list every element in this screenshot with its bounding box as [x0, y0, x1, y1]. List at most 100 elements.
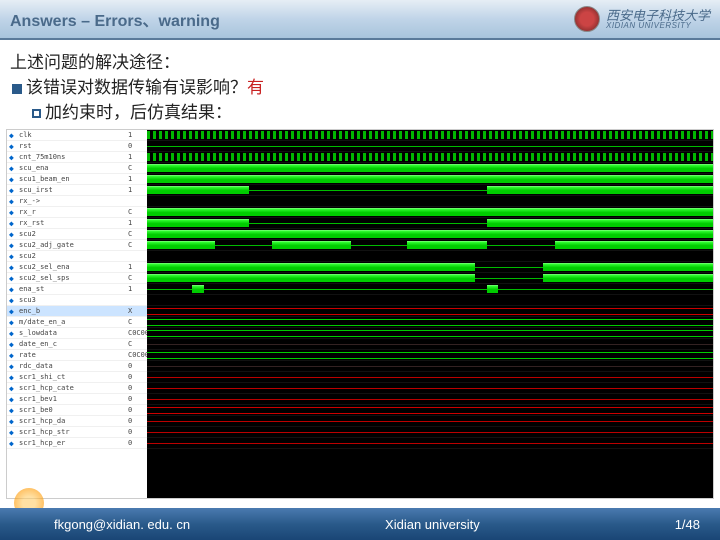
signal-value: C	[127, 163, 147, 174]
signal-name[interactable]: ◆scr1_hcp_str	[7, 427, 127, 438]
wave-row[interactable]	[147, 427, 713, 438]
wave-row[interactable]	[147, 295, 713, 306]
wave-row[interactable]	[147, 130, 713, 141]
wave-row[interactable]	[147, 306, 713, 317]
slide-footer: fkgong@xidian. edu. cn Xidian university…	[0, 508, 720, 540]
signal-value: 0	[127, 372, 147, 383]
signal-name[interactable]: ◆m/date_en_a	[7, 317, 127, 328]
signal-name[interactable]: ◆scu2_sel_sps	[7, 273, 127, 284]
signal-value: 0	[127, 405, 147, 416]
signal-name[interactable]: ◆scu1_beam_en	[7, 174, 127, 185]
signal-value: C0C00C0	[127, 350, 147, 361]
wave-row[interactable]	[147, 251, 713, 262]
hollow-bullet-icon	[32, 109, 41, 118]
university-logo: 西安电子科技大学 XIDIAN UNIVERSITY	[574, 6, 710, 32]
signal-value: 1	[127, 130, 147, 141]
signal-value: 0	[127, 383, 147, 394]
signal-value: 0	[127, 427, 147, 438]
signal-name[interactable]: ◆enc_b	[7, 306, 127, 317]
wave-row[interactable]	[147, 350, 713, 361]
signal-value	[127, 251, 147, 262]
wave-row[interactable]	[147, 273, 713, 284]
signal-value: 1	[127, 185, 147, 196]
signal-name[interactable]: ◆scu2	[7, 251, 127, 262]
signal-value: 0	[127, 141, 147, 152]
footer-center: Xidian university	[385, 517, 480, 532]
signal-name[interactable]: ◆scr1_hcp_er	[7, 438, 127, 449]
wave-row[interactable]	[147, 262, 713, 273]
wave-row[interactable]	[147, 240, 713, 251]
wave-row[interactable]	[147, 328, 713, 339]
univ-name-en: XIDIAN UNIVERSITY	[606, 22, 710, 30]
signal-name[interactable]: ◆scr1_be0	[7, 405, 127, 416]
wave-row[interactable]	[147, 405, 713, 416]
wave-row[interactable]	[147, 394, 713, 405]
signal-value: 1	[127, 152, 147, 163]
signal-name[interactable]: ◆rate	[7, 350, 127, 361]
wave-row[interactable]	[147, 152, 713, 163]
signal-value-column: 101C11C1CC1C1XCC0C00C0CC0C00C000000000	[127, 130, 147, 498]
signal-name[interactable]: ◆scu_ena	[7, 163, 127, 174]
wave-row[interactable]	[147, 141, 713, 152]
signal-name[interactable]: ◆cnt_75m10ns	[7, 152, 127, 163]
wave-row[interactable]	[147, 317, 713, 328]
badge-icon	[574, 6, 600, 32]
square-bullet-icon	[12, 84, 22, 94]
signal-name[interactable]: ◆rx_r	[7, 207, 127, 218]
wave-row[interactable]	[147, 416, 713, 427]
signal-value	[127, 295, 147, 306]
wave-row[interactable]	[147, 339, 713, 350]
signal-name[interactable]: ◆s_lowdata	[7, 328, 127, 339]
signal-value: 1	[127, 174, 147, 185]
waveform-display	[147, 130, 713, 498]
text-line-1: 上述问题的解决途径：	[10, 48, 710, 73]
wave-row[interactable]	[147, 361, 713, 372]
signal-value: C0C00C0	[127, 328, 147, 339]
wave-row[interactable]	[147, 383, 713, 394]
signal-name[interactable]: ◆scu3	[7, 295, 127, 306]
signal-value: C	[127, 317, 147, 328]
signal-name[interactable]: ◆ena_st	[7, 284, 127, 295]
text-line-3: 加约束时，后仿真结果：	[10, 98, 710, 123]
wave-row[interactable]	[147, 163, 713, 174]
wave-row[interactable]	[147, 174, 713, 185]
signal-name[interactable]: ◆date_en_c	[7, 339, 127, 350]
text-line-2: 该错误对数据传输有误影响？有	[10, 73, 710, 98]
signal-name[interactable]: ◆rdc_data	[7, 361, 127, 372]
signal-value	[127, 196, 147, 207]
wave-row[interactable]	[147, 372, 713, 383]
signal-value: X	[127, 306, 147, 317]
signal-name[interactable]: ◆rx_->	[7, 196, 127, 207]
signal-name-column: ◆clk◆rst◆cnt_75m10ns◆scu_ena◆scu1_beam_e…	[7, 130, 127, 498]
wave-row[interactable]	[147, 185, 713, 196]
signal-name[interactable]: ◆rx_rst	[7, 218, 127, 229]
signal-value: 1	[127, 284, 147, 295]
signal-name[interactable]: ◆scu_irst	[7, 185, 127, 196]
signal-name[interactable]: ◆clk	[7, 130, 127, 141]
signal-name[interactable]: ◆scu2	[7, 229, 127, 240]
wave-row[interactable]	[147, 218, 713, 229]
wave-row[interactable]	[147, 196, 713, 207]
signal-name[interactable]: ◆scu2_adj_gate	[7, 240, 127, 251]
wave-row[interactable]	[147, 229, 713, 240]
signal-name[interactable]: ◆rst	[7, 141, 127, 152]
signal-name[interactable]: ◆scr1_shi_ct	[7, 372, 127, 383]
wave-row[interactable]	[147, 207, 713, 218]
waveform-viewer: ◆clk◆rst◆cnt_75m10ns◆scu_ena◆scu1_beam_e…	[6, 129, 714, 499]
univ-name-cn: 西安电子科技大学	[606, 9, 710, 22]
slide-title: Answers – Errors、warning	[10, 7, 220, 31]
signal-value: 1	[127, 262, 147, 273]
signal-name[interactable]: ◆scr1_bev1	[7, 394, 127, 405]
footer-email: fkgong@xidian. edu. cn	[54, 517, 190, 532]
signal-value: C	[127, 240, 147, 251]
signal-value: 1	[127, 218, 147, 229]
wave-row[interactable]	[147, 284, 713, 295]
signal-name[interactable]: ◆scr1_hcp_cate	[7, 383, 127, 394]
signal-name[interactable]: ◆scu2_sel_ena	[7, 262, 127, 273]
slide-header: Answers – Errors、warning 西安电子科技大学 XIDIAN…	[0, 0, 720, 40]
signal-value: C	[127, 273, 147, 284]
signal-value: 0	[127, 361, 147, 372]
signal-name[interactable]: ◆scr1_hcp_da	[7, 416, 127, 427]
wave-row[interactable]	[147, 438, 713, 449]
signal-value: 0	[127, 394, 147, 405]
